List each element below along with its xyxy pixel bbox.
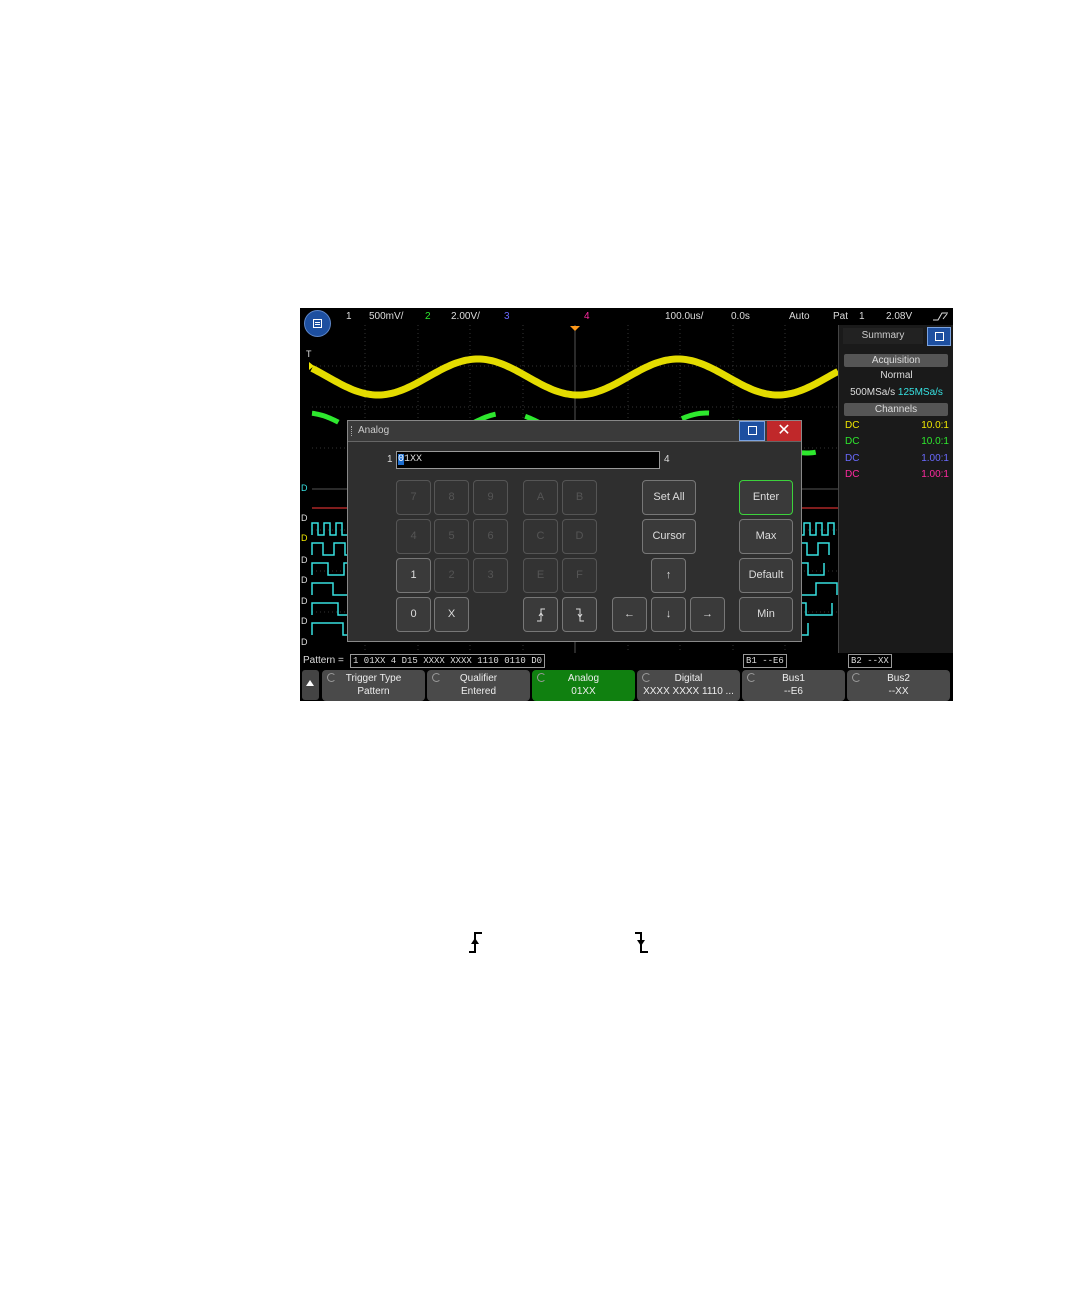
- ch1-scale[interactable]: 500mV/: [369, 311, 403, 322]
- d-label[interactable]: D: [301, 533, 308, 543]
- summary-tab[interactable]: Summary: [843, 328, 923, 344]
- key-7[interactable]: 7: [396, 480, 431, 515]
- digital-softkey[interactable]: Digital XXXX XXXX 1110 ...: [637, 670, 740, 701]
- analog-pattern-dialog: Analog ✕ 1 01XX 4 7 8 9 A B Set All Ente…: [347, 420, 802, 642]
- softkey-bar: Trigger Type Pattern Qualifier Entered Ana…: [300, 668, 953, 701]
- key-e[interactable]: E: [523, 558, 558, 593]
- falling-edge-button[interactable]: [562, 597, 597, 632]
- cursor-button[interactable]: Cursor: [642, 519, 696, 554]
- digital-labels: D D D D D D D D: [300, 483, 312, 653]
- trigger-mode[interactable]: Auto: [789, 311, 810, 322]
- dialog-title: Analog: [358, 425, 390, 436]
- falling-edge-icon: [635, 932, 648, 953]
- key-0[interactable]: 0: [396, 597, 431, 632]
- d-label[interactable]: D: [301, 513, 308, 523]
- key-a[interactable]: A: [523, 480, 558, 515]
- left-channel-index: 1: [387, 454, 393, 465]
- pattern-readout: 1 01XX 4 D15 XXXX XXXX 1110 0110 D0: [350, 654, 546, 668]
- pattern-label: Pattern =: [303, 655, 344, 666]
- arrow-right-button[interactable]: →: [690, 597, 725, 632]
- ch3-number[interactable]: 3: [504, 311, 510, 322]
- bus2-readout: B2 --XX: [848, 654, 892, 668]
- channel-row-4: DC 1.00:1: [845, 469, 949, 480]
- channel-row-2: DC 10.0:1: [845, 436, 949, 447]
- oscilloscope-screen: 1 500mV/ 2 2.00V/ 3 4 100.0us/ 0.0s Auto…: [300, 308, 953, 701]
- d-label[interactable]: D: [301, 596, 308, 606]
- analog-softkey[interactable]: Analog 01XX: [532, 670, 635, 701]
- trigger-level[interactable]: 2.08V: [886, 311, 912, 322]
- falling-edge-icon: [575, 608, 584, 622]
- panel-menu-button[interactable]: [927, 327, 951, 346]
- key-d[interactable]: D: [562, 519, 597, 554]
- acquisition-header: Acquisition: [844, 354, 948, 367]
- drag-grip-icon[interactable]: [351, 426, 354, 436]
- right-channel-index: 4: [664, 454, 670, 465]
- arrow-down-button[interactable]: ↓: [651, 597, 686, 632]
- channel-row-1: DC 10.0:1: [845, 420, 949, 431]
- arrow-up-button[interactable]: ↑: [651, 558, 686, 593]
- bus1-softkey[interactable]: Bus1 --E6: [742, 670, 845, 701]
- ch2-scale[interactable]: 2.00V/: [451, 311, 480, 322]
- pattern-line: Pattern = 1 01XX 4 D15 XXXX XXXX 1110 01…: [300, 653, 953, 668]
- default-button[interactable]: Default: [739, 558, 793, 593]
- arrow-left-button[interactable]: ←: [612, 597, 647, 632]
- ch4-number[interactable]: 4: [584, 311, 590, 322]
- d-label[interactable]: D: [301, 575, 308, 585]
- key-4[interactable]: 4: [396, 519, 431, 554]
- key-6[interactable]: 6: [473, 519, 508, 554]
- ground-marker-1: T: [306, 349, 312, 359]
- d-label[interactable]: D: [301, 483, 308, 493]
- bus1-readout: B1 --E6: [743, 654, 787, 668]
- key-c[interactable]: C: [523, 519, 558, 554]
- pattern-input[interactable]: 01XX: [396, 451, 660, 469]
- close-icon[interactable]: ✕: [767, 421, 801, 441]
- d-label[interactable]: D: [301, 555, 308, 565]
- min-button[interactable]: Min: [739, 597, 793, 632]
- key-9[interactable]: 9: [473, 480, 508, 515]
- status-bar: 1 500mV/ 2 2.00V/ 3 4 100.0us/ 0.0s Auto…: [300, 308, 953, 325]
- summary-panel: Summary Acquisition Normal 500MSa/s 125M…: [838, 325, 953, 655]
- trigger-source[interactable]: 1: [859, 311, 865, 322]
- ch2-number[interactable]: 2: [425, 311, 431, 322]
- channels-header: Channels: [844, 403, 948, 416]
- sample-rate: 500MSa/s: [850, 387, 896, 398]
- channel-row-3: DC 1.00:1: [845, 453, 949, 464]
- dialog-menu-button[interactable]: [739, 421, 765, 441]
- key-5[interactable]: 5: [434, 519, 469, 554]
- rising-edge-icon: [536, 608, 545, 622]
- edge-symbols: [460, 930, 660, 960]
- key-3[interactable]: 3: [473, 558, 508, 593]
- acq-mode: Normal: [880, 370, 913, 381]
- key-8[interactable]: 8: [434, 480, 469, 515]
- trigger-slope-icon[interactable]: [932, 310, 950, 322]
- rising-edge-button[interactable]: [523, 597, 558, 632]
- max-button[interactable]: Max: [739, 519, 793, 554]
- qualifier-softkey[interactable]: Qualifier Entered: [427, 670, 530, 701]
- d-label[interactable]: D: [301, 616, 308, 626]
- main-menu-button[interactable]: [304, 310, 331, 337]
- bus2-softkey[interactable]: Bus2 --XX: [847, 670, 950, 701]
- delay[interactable]: 0.0s: [731, 311, 750, 322]
- ch1-number[interactable]: 1: [346, 311, 352, 322]
- back-up-button[interactable]: [302, 670, 319, 700]
- d-label[interactable]: D: [301, 637, 308, 647]
- key-2[interactable]: 2: [434, 558, 469, 593]
- pattern-value: 1XX: [404, 454, 423, 465]
- timebase[interactable]: 100.0us/: [665, 311, 703, 322]
- trigger-type-softkey[interactable]: Trigger Type Pattern: [322, 670, 425, 701]
- key-f[interactable]: F: [562, 558, 597, 593]
- set-all-button[interactable]: Set All: [642, 480, 696, 515]
- dialog-titlebar[interactable]: Analog: [348, 421, 801, 442]
- key-1[interactable]: 1: [396, 558, 431, 593]
- rising-edge-icon: [469, 932, 482, 953]
- enter-button[interactable]: Enter: [739, 480, 793, 515]
- menu-icon: [313, 319, 322, 328]
- digital-sample-rate: 125MSa/s: [897, 387, 943, 398]
- key-x[interactable]: X: [434, 597, 469, 632]
- trigger-type[interactable]: Pat: [833, 311, 848, 322]
- sample-rate-line: 500MSa/s 125MSa/s: [839, 387, 953, 398]
- key-b[interactable]: B: [562, 480, 597, 515]
